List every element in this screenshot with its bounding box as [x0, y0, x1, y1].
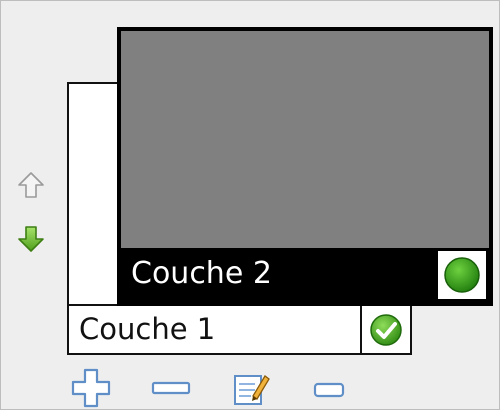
layer-name-label: Couche 1: [79, 312, 216, 346]
edit-icon[interactable]: [229, 366, 273, 410]
collapse-icon[interactable]: [311, 366, 347, 410]
check-icon: [370, 313, 402, 346]
layer-visibility-toggle[interactable]: [360, 306, 410, 353]
green-dot-icon: [444, 257, 480, 293]
layer-visibility-toggle[interactable]: [435, 248, 489, 302]
layer-name-label: Couche 2: [131, 256, 272, 291]
layer-footer: Couche 1: [69, 304, 410, 353]
layer-card-couche-2[interactable]: Couche 2: [117, 27, 493, 306]
plus-icon[interactable]: [69, 366, 113, 410]
layer-footer: Couche 2: [121, 248, 489, 302]
layer-panel: Couche 1 Couche 2: [0, 0, 500, 410]
arrow-up-icon[interactable]: [17, 171, 45, 199]
arrow-down-icon[interactable]: [17, 225, 45, 253]
minus-icon[interactable]: [149, 366, 193, 410]
